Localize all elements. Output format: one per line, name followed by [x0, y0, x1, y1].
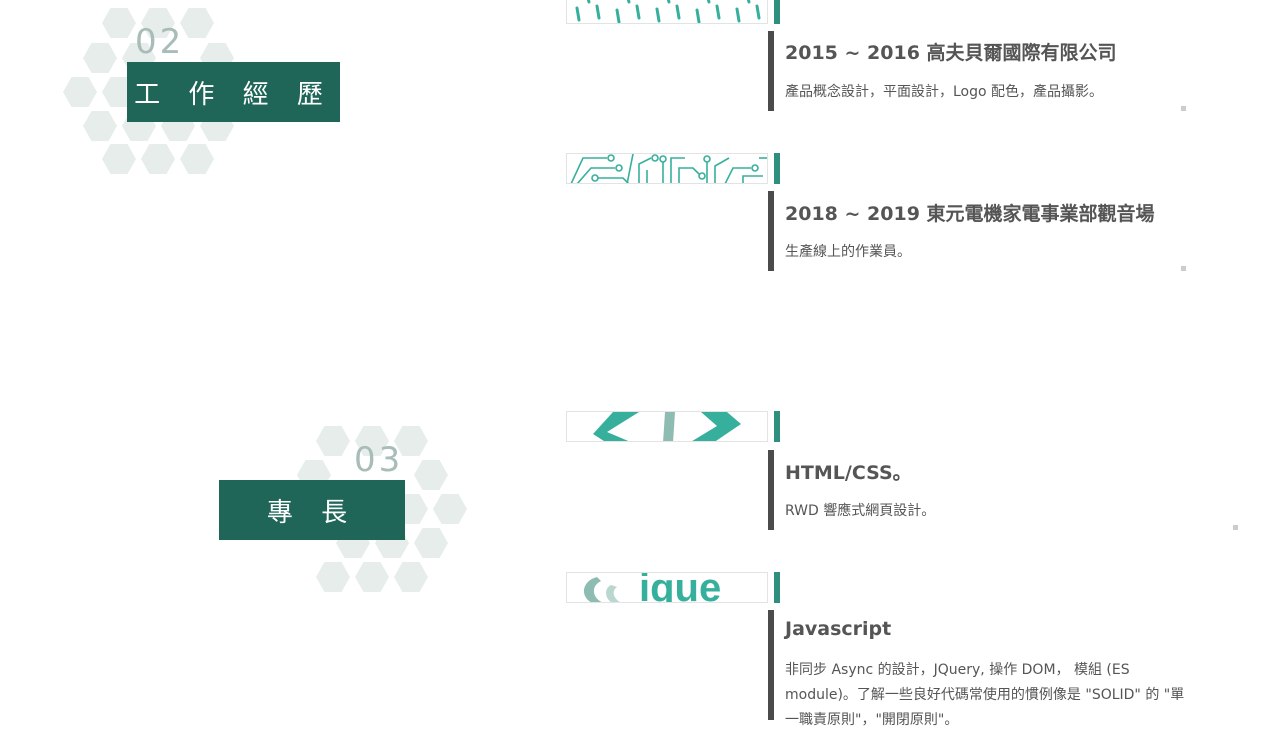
skill-desc-1: RWD 響應式網頁設計。	[785, 503, 936, 519]
code-brackets-icon	[593, 412, 741, 441]
jquery-logo-icon: ique	[584, 573, 721, 603]
experience-title-1: 2015 ~ 2016 高夫貝爾國際有限公司	[785, 42, 1117, 64]
section-title-skills: 專 長	[219, 480, 405, 540]
circuit-pattern-icon	[570, 154, 767, 183]
skill-desc-2: 非同步 Async 的設計，JQuery, 操作 DOM， 模組 (ES mod…	[785, 662, 1185, 728]
skill-bar-1	[768, 450, 774, 530]
section-number-skills: 03	[354, 440, 404, 480]
section-title-experience: 工 作 經 歷	[127, 62, 340, 122]
skill-title-2: Javascript	[785, 618, 892, 640]
experience-accent-1	[774, 0, 780, 24]
section-number-experience: 02	[135, 22, 185, 62]
experience-desc-2: 生產線上的作業員。	[785, 244, 911, 260]
decor-dot	[1181, 106, 1186, 111]
skill-accent-1	[774, 411, 780, 442]
experience-bar-1	[768, 31, 774, 111]
experience-bar-2	[768, 191, 774, 271]
skill-title-1: HTML/CSS。	[785, 462, 912, 484]
experience-accent-2	[774, 153, 780, 184]
svg-text:ique: ique	[639, 573, 721, 603]
skill-thumbnail-1[interactable]	[566, 411, 768, 442]
skill-bar-2	[768, 610, 774, 720]
experience-thumbnail-2[interactable]	[566, 153, 768, 184]
decor-dot	[1233, 525, 1238, 530]
experience-thumbnail-1[interactable]	[566, 0, 768, 24]
experience-title-2: 2018 ~ 2019 東元電機家電事業部觀音場	[785, 203, 1155, 225]
skill-accent-2	[774, 572, 780, 603]
experience-desc-1: 產品概念設計，平面設計，Logo 配色，產品攝影。	[785, 84, 1104, 100]
dashes-pattern-icon	[575, 0, 761, 23]
decor-dot	[1181, 266, 1186, 271]
skill-thumbnail-2[interactable]: ique	[566, 572, 768, 603]
